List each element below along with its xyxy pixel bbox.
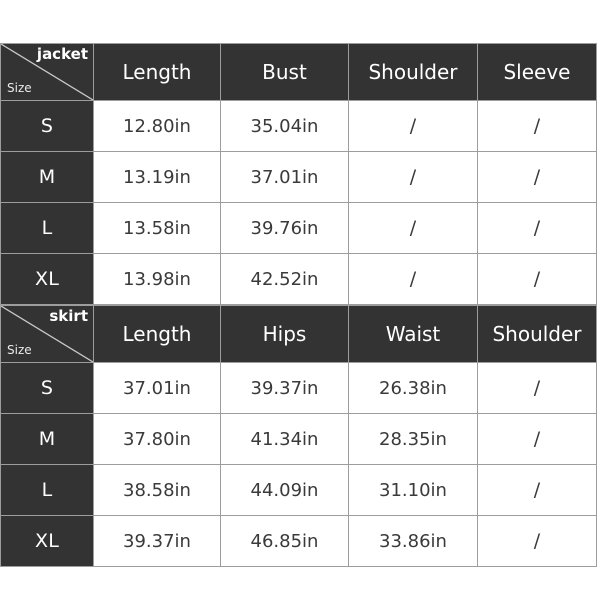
corner-size-label: Size <box>7 342 32 357</box>
cell-value: / <box>477 515 597 567</box>
corner-header-cell-jacket: jacket Size <box>0 43 94 101</box>
cell-value: 37.01in <box>220 151 349 203</box>
cell-value: 33.86in <box>348 515 478 567</box>
row-size-label: XL <box>0 515 94 567</box>
cell-value: / <box>477 100 597 152</box>
table-header-row: jacket Size Length Bust Shoulder Sleeve <box>0 43 597 101</box>
cell-value: / <box>477 413 597 465</box>
corner-category-label: skirt <box>49 307 88 325</box>
table-row: XL 39.37in 46.85in 33.86in / <box>0 515 597 567</box>
row-size-label: L <box>0 464 94 516</box>
cell-value: / <box>348 202 478 254</box>
row-size-label: M <box>0 151 94 203</box>
cell-value: 26.38in <box>348 362 478 414</box>
table-row: S 37.01in 39.37in 26.38in / <box>0 362 597 414</box>
row-size-label: L <box>0 202 94 254</box>
table-row: XL 13.98in 42.52in / / <box>0 253 597 305</box>
column-header-3: Shoulder <box>477 305 597 363</box>
table-row: L 38.58in 44.09in 31.10in / <box>0 464 597 516</box>
cell-value: 38.58in <box>93 464 221 516</box>
row-size-label: S <box>0 362 94 414</box>
column-header-1: Hips <box>220 305 349 363</box>
size-chart-sheet: jacket Size Length Bust Shoulder Sleeve … <box>0 43 597 567</box>
row-size-label: XL <box>0 253 94 305</box>
cell-value: 13.98in <box>93 253 221 305</box>
size-table-jacket: jacket Size Length Bust Shoulder Sleeve … <box>0 43 597 305</box>
table-row: L 13.58in 39.76in / / <box>0 202 597 254</box>
size-table-skirt: skirt Size Length Hips Waist Shoulder S … <box>0 305 597 567</box>
column-header-0: Length <box>93 43 221 101</box>
cell-value: 12.80in <box>93 100 221 152</box>
cell-value: / <box>477 202 597 254</box>
cell-value: 39.76in <box>220 202 349 254</box>
cell-value: / <box>477 253 597 305</box>
cell-value: 39.37in <box>220 362 349 414</box>
cell-value: / <box>348 100 478 152</box>
cell-value: / <box>348 151 478 203</box>
cell-value: / <box>477 464 597 516</box>
cell-value: 37.80in <box>93 413 221 465</box>
cell-value: 41.34in <box>220 413 349 465</box>
column-header-1: Bust <box>220 43 349 101</box>
cell-value: 44.09in <box>220 464 349 516</box>
cell-value: 31.10in <box>348 464 478 516</box>
row-size-label: M <box>0 413 94 465</box>
cell-value: 13.58in <box>93 202 221 254</box>
cell-value: / <box>477 362 597 414</box>
cell-value: 42.52in <box>220 253 349 305</box>
corner-size-label: Size <box>7 80 32 95</box>
cell-value: 37.01in <box>93 362 221 414</box>
cell-value: 35.04in <box>220 100 349 152</box>
table-row: S 12.80in 35.04in / / <box>0 100 597 152</box>
cell-value: 13.19in <box>93 151 221 203</box>
table-row: M 37.80in 41.34in 28.35in / <box>0 413 597 465</box>
column-header-3: Sleeve <box>477 43 597 101</box>
cell-value: 46.85in <box>220 515 349 567</box>
table-row: M 13.19in 37.01in / / <box>0 151 597 203</box>
cell-value: / <box>477 151 597 203</box>
cell-value: 39.37in <box>93 515 221 567</box>
corner-category-label: jacket <box>36 45 88 63</box>
table-header-row: skirt Size Length Hips Waist Shoulder <box>0 305 597 363</box>
cell-value: / <box>348 253 478 305</box>
row-size-label: S <box>0 100 94 152</box>
cell-value: 28.35in <box>348 413 478 465</box>
column-header-2: Waist <box>348 305 478 363</box>
column-header-0: Length <box>93 305 221 363</box>
column-header-2: Shoulder <box>348 43 478 101</box>
corner-header-cell-skirt: skirt Size <box>0 305 94 363</box>
